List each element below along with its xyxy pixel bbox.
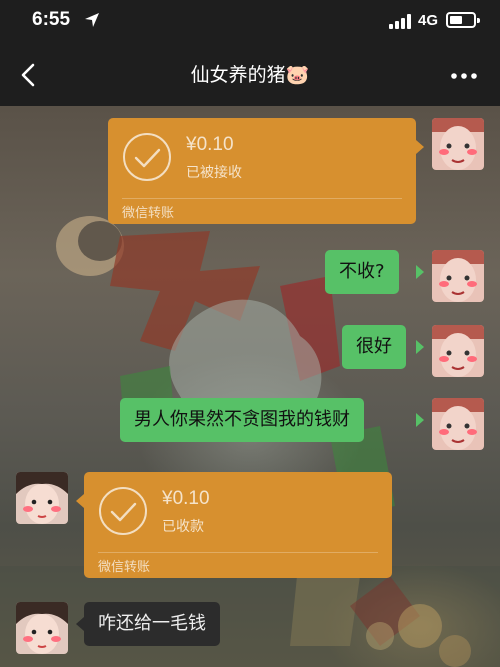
status-bar: 6:55 4G <box>0 0 500 44</box>
check-circle-icon <box>99 487 147 535</box>
bubble-tail <box>76 617 84 631</box>
clock: 6:55 <box>32 9 71 30</box>
transfer-divider <box>98 552 378 553</box>
message-bubble-sent[interactable]: 男人你果然不贪图我的钱财 <box>120 398 364 442</box>
chat-title: 仙女养的猪🐷 <box>190 64 310 86</box>
my-avatar[interactable] <box>432 325 484 377</box>
transfer-status: 已收款 <box>162 519 204 535</box>
location-arrow-icon <box>85 13 99 27</box>
bubble-tail <box>416 340 424 354</box>
contact-avatar[interactable] <box>16 602 68 654</box>
transfer-divider <box>122 198 402 199</box>
my-avatar[interactable] <box>432 118 484 170</box>
transfer-card-received[interactable]: ¥0.10 已收款 微信转账 <box>84 472 392 578</box>
transfer-status: 已被接收 <box>186 165 242 181</box>
cellular-signal-icon <box>389 14 411 29</box>
nav-bar: 仙女养的猪🐷 <box>0 44 500 106</box>
contact-avatar[interactable] <box>16 472 68 524</box>
message-bubble-sent[interactable]: 很好 <box>342 325 406 369</box>
transfer-label: 微信转账 <box>122 206 175 221</box>
message-bubble-received[interactable]: 咋还给一毛钱 <box>84 602 220 646</box>
chat-background: ¥0.10 已被接收 微信转账 不收? 很好 男人你果然不贪图我的钱财 ¥0.1… <box>0 106 500 667</box>
bubble-tail <box>416 265 424 279</box>
bubble-tail <box>76 494 84 508</box>
check-circle-icon <box>123 133 171 181</box>
message-bubble-sent[interactable]: 不收? <box>325 250 399 294</box>
transfer-amount: ¥0.10 <box>162 488 210 509</box>
network-type: 4G <box>418 12 439 29</box>
my-avatar[interactable] <box>432 250 484 302</box>
my-avatar[interactable] <box>432 398 484 450</box>
transfer-label: 微信转账 <box>98 560 151 575</box>
chat-screen: 6:55 4G 仙女养的猪🐷 ¥0.10 已被接收 微信转账 不收? 很好 男人… <box>0 0 500 667</box>
battery-level <box>450 16 462 24</box>
bubble-tail <box>416 140 424 154</box>
transfer-card-sent[interactable]: ¥0.10 已被接收 微信转账 <box>108 118 416 224</box>
more-options-icon[interactable] <box>446 64 482 88</box>
battery-icon <box>446 12 480 28</box>
transfer-amount: ¥0.10 <box>186 134 234 155</box>
bubble-tail <box>416 413 424 427</box>
